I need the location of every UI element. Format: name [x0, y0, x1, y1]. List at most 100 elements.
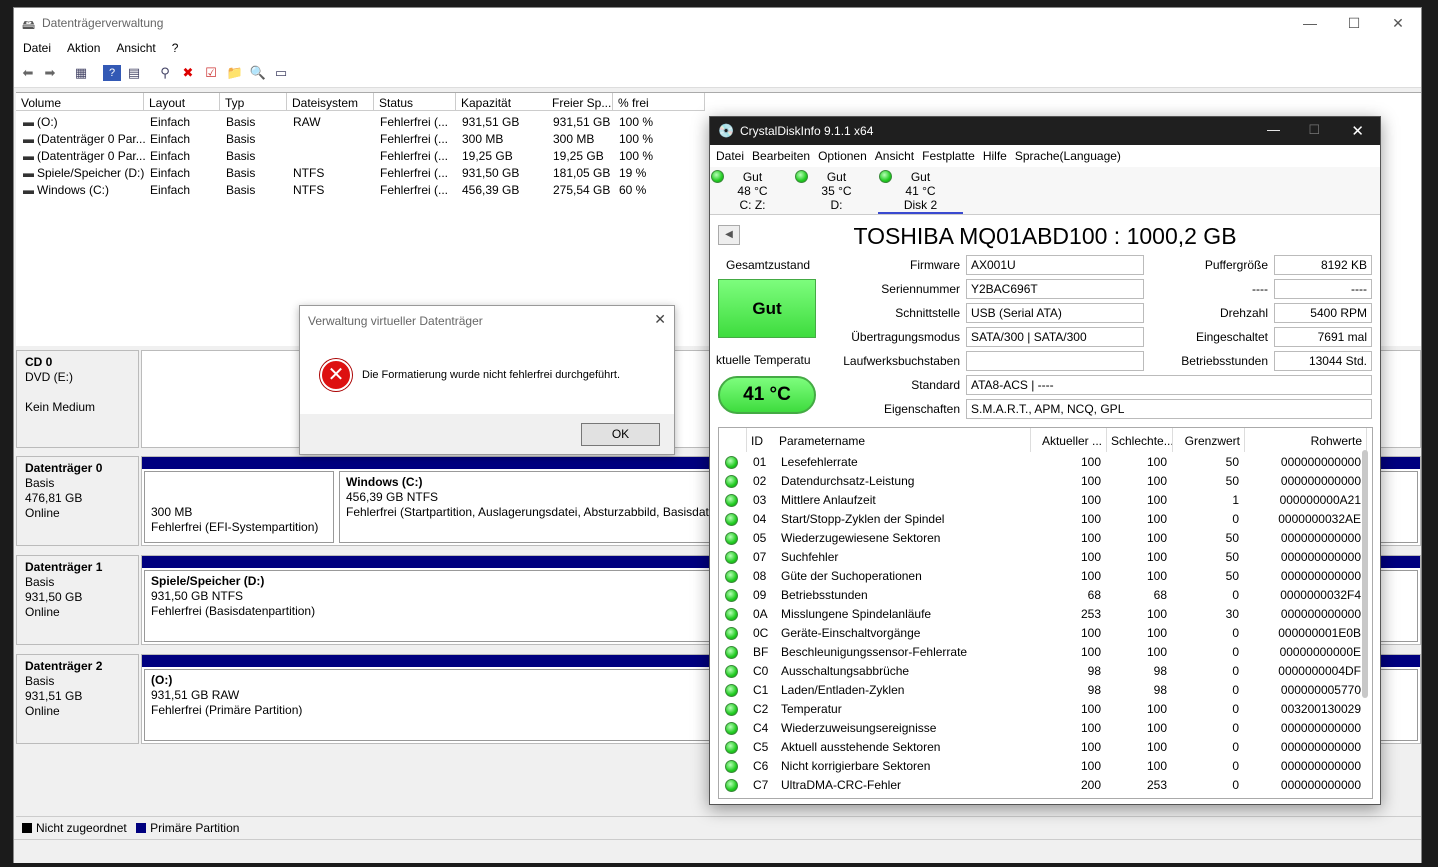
cdi-menu-hilfe[interactable]: Hilfe	[977, 145, 1009, 163]
smart-name: Datendurchsatz-Leistung	[781, 474, 915, 488]
volume-cell: NTFS	[293, 183, 325, 197]
menu-ansicht[interactable]: Ansicht	[107, 38, 162, 55]
smart-row[interactable]: 0C Geräte-Einschaltvorgänge 100 100 0 0000000…	[719, 624, 1361, 643]
smart-column-header[interactable]: Aktueller ...	[1031, 428, 1107, 452]
checklist-icon[interactable]: ☑	[202, 65, 220, 81]
cdi-menu-festplatte[interactable]: Festplatte	[916, 145, 977, 163]
cdi-close-button[interactable]: ✕	[1351, 122, 1364, 140]
menu-datei[interactable]: Datei	[14, 38, 58, 55]
smart-column-header[interactable]	[719, 428, 747, 452]
cdi-menu-datei[interactable]: Datei	[710, 145, 746, 163]
smart-row[interactable]: 08 Güte der Suchoperationen 100 100 50 000000…	[719, 567, 1361, 586]
properties-icon[interactable]: ▤	[125, 65, 143, 81]
volume-name[interactable]: (Datenträger 0 Par...	[34, 147, 146, 164]
smart-row[interactable]: C7 UltraDMA-CRC-Fehler 200 253 0 000000000000	[719, 776, 1361, 795]
disk1-status: Online	[25, 605, 60, 619]
forward-icon[interactable]: ➡	[41, 65, 59, 81]
smart-row[interactable]: BF Beschleunigungssensor-Fehlerrate 100 100…	[719, 643, 1361, 662]
disk0-efi-partition[interactable]: 300 MB Fehlerfrei (EFI-Systempartition)	[144, 471, 334, 543]
volume-icon: ▬	[23, 166, 34, 180]
close-button[interactable]: ✕	[1383, 12, 1413, 34]
volume-name[interactable]: (O:)	[34, 113, 146, 130]
smart-row[interactable]: 03 Mittlere Anlaufzeit 100 100 1 000000000A21	[719, 491, 1361, 510]
smart-row[interactable]: 04 Start/Stopp-Zyklen der Spindel 100 100 0 0…	[719, 510, 1361, 529]
smart-worst: 100	[1146, 607, 1167, 621]
smart-name: Misslungene Spindelanläufe	[781, 607, 932, 621]
smart-row[interactable]: C5 Aktuell ausstehende Sektoren 100 100 0 000…	[719, 738, 1361, 757]
view-icon[interactable]: ▭	[272, 65, 290, 81]
back-icon[interactable]: ⬅	[19, 65, 37, 81]
cdi-menu-sprache[interactable]: Sprache(Language)	[1009, 145, 1123, 163]
volume-name[interactable]: Windows (C:)	[34, 181, 146, 198]
smart-row[interactable]: 07 Suchfehler 100 100 50 000000000000	[719, 548, 1361, 567]
legend-primary: Primäre Partition	[136, 821, 239, 835]
delete-icon[interactable]: ✖	[179, 65, 197, 81]
smart-current: 100	[1080, 721, 1101, 735]
disk1-type: Basis	[25, 575, 55, 589]
minimize-button[interactable]: —	[1295, 12, 1325, 34]
volume-column-header[interactable]: Volume	[16, 93, 144, 111]
drive-tab-disk2[interactable]: Gut 41 °C Disk 2	[878, 167, 963, 214]
volume-column-header[interactable]: Dateisystem	[287, 93, 374, 111]
disk2-label[interactable]: Datenträger 2 Basis 931,51 GB Online	[16, 654, 139, 744]
smart-id: C0	[753, 664, 769, 678]
smart-current: 98	[1087, 664, 1101, 678]
disk1-label[interactable]: Datenträger 1 Basis 931,50 GB Online	[16, 555, 139, 645]
smart-row[interactable]: C4 Wiederzuweisungsereignisse 100 100 0 00000…	[719, 719, 1361, 738]
cdi-menu-ansicht[interactable]: Ansicht	[869, 145, 916, 163]
smart-scrollbar[interactable]	[1362, 450, 1368, 698]
smart-row[interactable]: 0A Misslungene Spindelanläufe 253 100 30 0000…	[719, 605, 1361, 624]
help-icon[interactable]: ?	[103, 65, 121, 81]
smart-current: 253	[1080, 607, 1101, 621]
smart-column-header[interactable]: Parametername	[775, 428, 1031, 452]
cdi-minimize-button[interactable]: —	[1267, 122, 1280, 137]
volume-name[interactable]: (Datenträger 0 Par...	[34, 130, 146, 147]
volume-column-header[interactable]: Kapazität	[456, 93, 552, 111]
volume-icon: ▬	[23, 183, 34, 197]
cdi-menu-bearbeiten[interactable]: Bearbeiten	[746, 145, 812, 163]
drive-status-icon	[795, 170, 808, 183]
volume-column-header[interactable]: % frei	[613, 93, 705, 111]
volume-column-header[interactable]: Layout	[144, 93, 220, 111]
smart-id: 05	[753, 531, 767, 545]
smart-column-header[interactable]: Schlechte...	[1107, 428, 1173, 452]
menu-help[interactable]: ?	[163, 38, 186, 55]
folder-up-icon[interactable]: 📁	[226, 65, 244, 81]
smart-id: 02	[753, 474, 767, 488]
disk0-label[interactable]: Datenträger 0 Basis 476,81 GB Online	[16, 456, 139, 546]
volume-name[interactable]: Spiele/Speicher (D:)	[34, 164, 146, 181]
drive-tab-d[interactable]: Gut 35 °C D:	[794, 167, 879, 214]
smart-raw: 0000000032F4	[1280, 588, 1361, 602]
disk1-size: 931,50 GB	[25, 590, 83, 604]
cdi-maximize-button[interactable]: ☐	[1308, 122, 1320, 138]
cdi-menu-optionen[interactable]: Optionen	[812, 145, 869, 163]
volume-column-header[interactable]: Typ	[220, 93, 287, 111]
smart-row[interactable]: C1 Laden/Entladen-Zyklen 98 98 0 000000005770	[719, 681, 1361, 700]
smart-row[interactable]: 01 Lesefehlerrate 100 100 50 000000000000	[719, 453, 1361, 472]
smart-worst: 253	[1146, 778, 1167, 792]
connect-icon[interactable]: ⚲	[156, 65, 174, 81]
smart-row[interactable]: 05 Wiederzugewiesene Sektoren 100 100 50 0000…	[719, 529, 1361, 548]
volume-cell: Einfach	[150, 115, 191, 129]
console-tree-icon[interactable]: ▦	[72, 65, 90, 81]
smart-row[interactable]: 02 Datendurchsatz-Leistung 100 100 50 0000000…	[719, 472, 1361, 491]
smart-row[interactable]: C0 Ausschaltungsabbrüche 98 98 0 0000000004DF	[719, 662, 1361, 681]
menu-aktion[interactable]: Aktion	[58, 38, 107, 55]
smart-row[interactable]: C2 Temperatur 100 100 0 003200130029	[719, 700, 1361, 719]
search-folder-icon[interactable]: 🔍	[249, 65, 267, 81]
maximize-button[interactable]: ☐	[1339, 12, 1369, 34]
ok-button[interactable]: OK	[581, 423, 660, 446]
dialog-close-icon[interactable]: ✕	[654, 311, 666, 328]
transfer-mode-label: Übertragungsmodus	[851, 330, 960, 344]
cd-label[interactable]: CD 0 DVD (E:) Kein Medium	[16, 350, 139, 448]
volume-column-header[interactable]: Freier Sp...	[547, 93, 613, 111]
smart-status-icon	[725, 532, 738, 545]
smart-column-header[interactable]: Rohwerte	[1245, 428, 1367, 452]
interface-label: Schnittstelle	[895, 306, 960, 320]
smart-row[interactable]: 09 Betriebsstunden 68 68 0 0000000032F4	[719, 586, 1361, 605]
volume-column-header[interactable]: Status	[374, 93, 456, 111]
smart-column-header[interactable]: Grenzwert	[1173, 428, 1245, 452]
smart-row[interactable]: C6 Nicht korrigierbare Sektoren 100 100 0 000…	[719, 757, 1361, 776]
temperature-badge: 41 °C	[718, 376, 816, 414]
drive-tab-c[interactable]: Gut 48 °C C: Z:	[710, 167, 795, 214]
